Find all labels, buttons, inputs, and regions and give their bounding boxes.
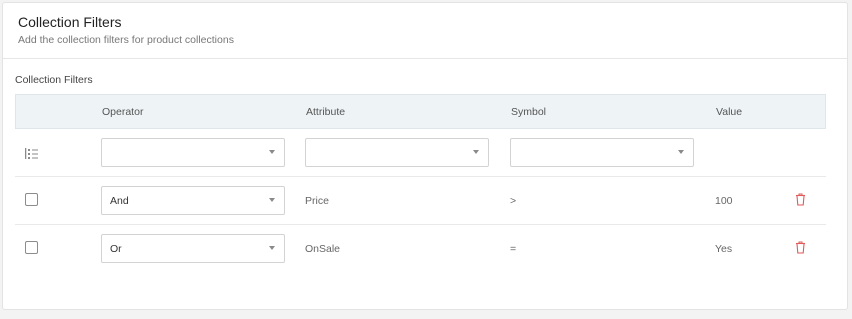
table-header: Operator Attribute Symbol Value (15, 94, 826, 129)
new-operator-select[interactable] (101, 138, 285, 167)
section-label: Collection Filters (15, 74, 93, 86)
value-cell: 100 (715, 195, 733, 207)
column-header-operator: Operator (102, 106, 144, 118)
symbol-cell: = (510, 243, 517, 255)
trash-icon[interactable] (795, 241, 806, 254)
operator-value: And (110, 195, 129, 207)
trash-icon[interactable] (795, 193, 806, 206)
table-row: Or OnSale = Yes (15, 225, 826, 273)
operator-select[interactable]: And (101, 186, 285, 215)
row-checkbox[interactable] (25, 193, 38, 206)
new-attribute-select[interactable] (305, 138, 489, 167)
column-header-attribute: Attribute (306, 106, 346, 118)
symbol-cell: > (510, 195, 517, 207)
attribute-cell: Price (305, 195, 329, 207)
chevron-down-icon (269, 198, 275, 202)
chevron-down-icon (269, 150, 275, 154)
attribute-cell: OnSale (305, 243, 341, 255)
filters-table: Operator Attribute Symbol Value And Pric… (15, 94, 826, 273)
column-header-symbol: Symbol (511, 106, 547, 118)
row-checkbox[interactable] (25, 241, 38, 254)
chevron-down-icon (473, 150, 479, 154)
table-row: And Price > 100 (15, 177, 826, 225)
column-header-value: Value (716, 106, 743, 118)
chevron-down-icon (269, 246, 275, 250)
list-icon[interactable] (25, 148, 38, 159)
page-subtitle: Add the collection filters for product c… (18, 34, 234, 46)
new-filter-row (15, 129, 826, 177)
card-header: Collection Filters Add the collection fi… (3, 3, 847, 59)
page-title: Collection Filters (18, 14, 122, 30)
chevron-down-icon (678, 150, 684, 154)
value-cell: Yes (715, 243, 733, 255)
new-symbol-select[interactable] (510, 138, 694, 167)
operator-select[interactable]: Or (101, 234, 285, 263)
operator-value: Or (110, 243, 122, 255)
